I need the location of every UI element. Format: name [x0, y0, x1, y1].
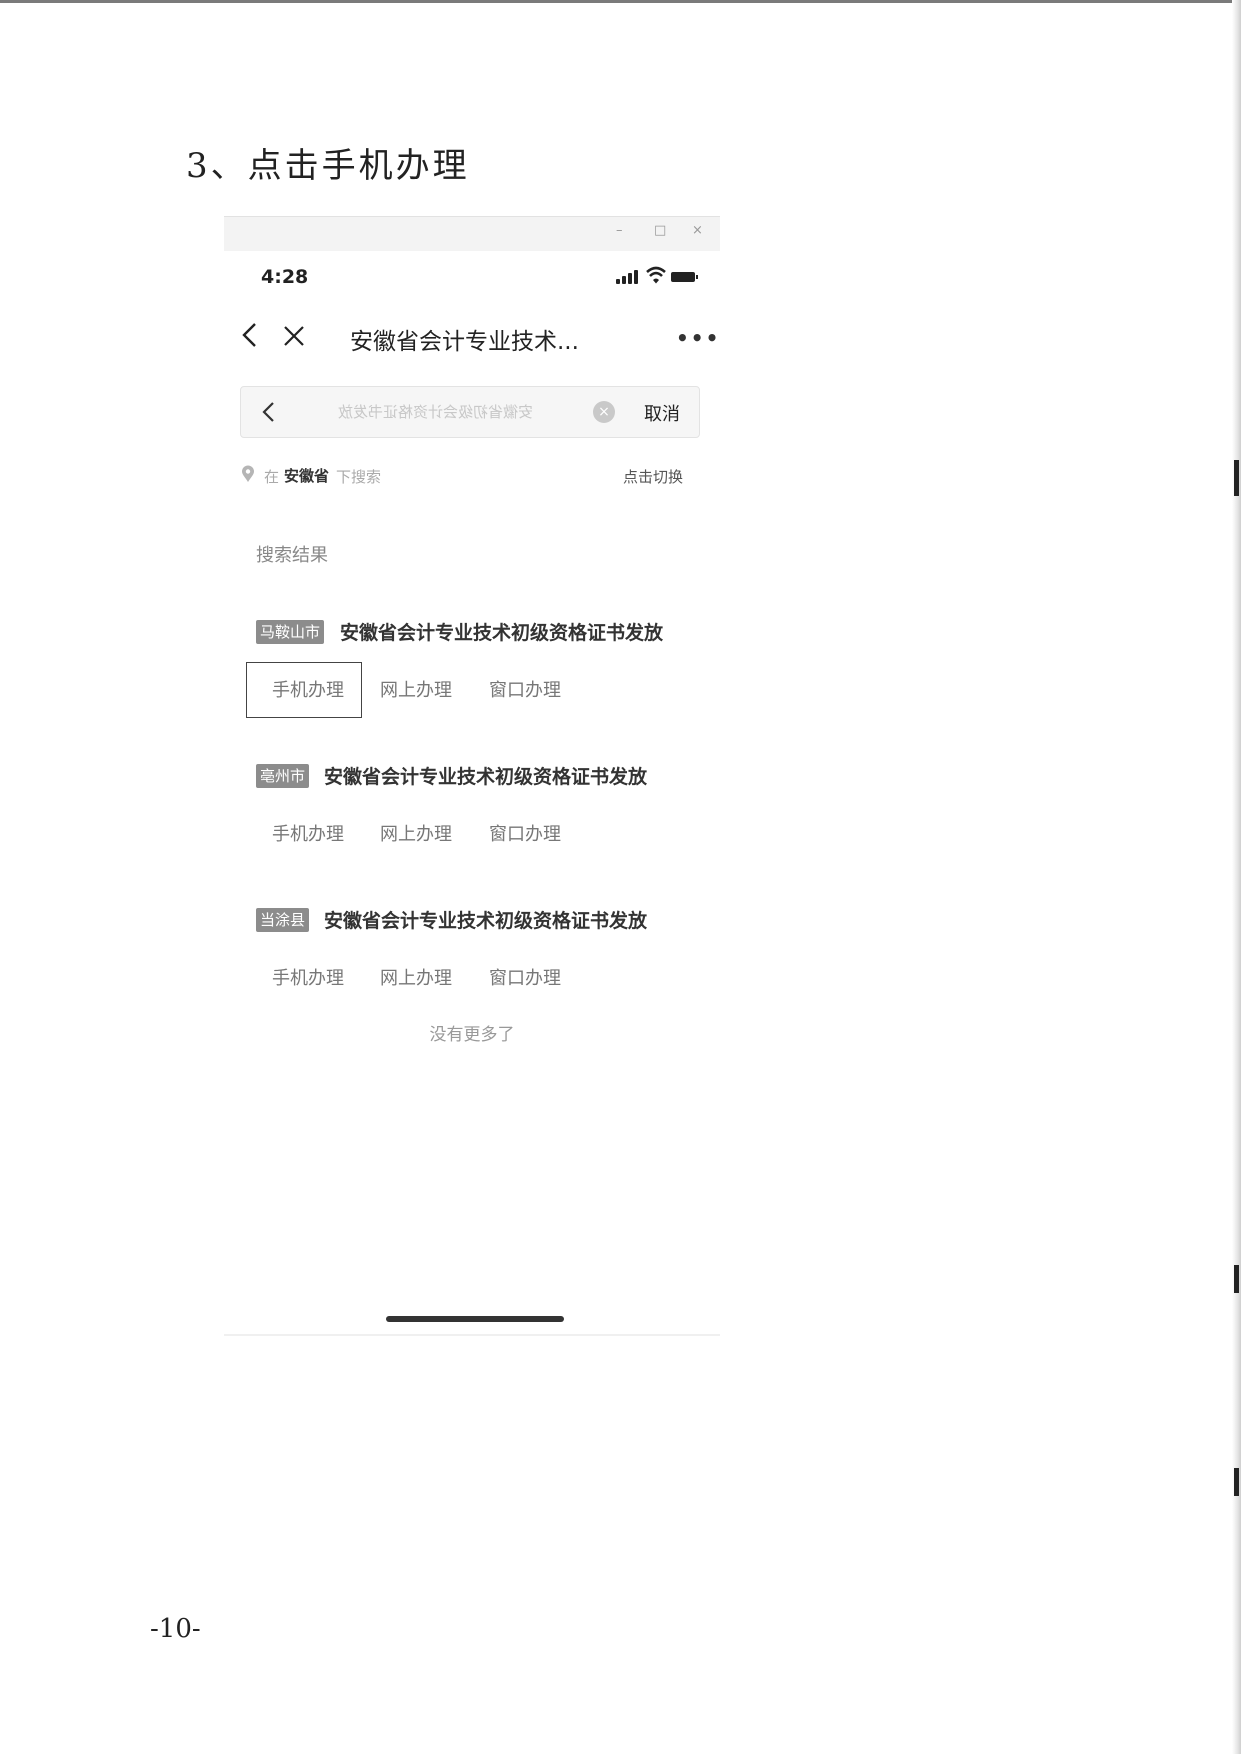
window-title-bar: – □ ×: [224, 216, 720, 251]
back-icon[interactable]: [240, 322, 260, 348]
switch-location-link[interactable]: 点击切换: [623, 466, 683, 487]
phone-screenshot: – □ × 4:28 安徽省会计专业技术... ••• 安徽省初级会计资格证书发…: [224, 216, 720, 1340]
result-item: 亳州市 安徽省会计专业技术初级资格证书发放 手机办理 网上办理 窗口办理: [256, 762, 696, 872]
location-province: 安徽省: [284, 467, 330, 485]
result-item: 当涂县 安徽省会计专业技术初级资格证书发放 手机办理 网上办理 窗口办理: [256, 906, 696, 1016]
battery-icon: [671, 272, 698, 282]
results-heading: 搜索结果: [256, 545, 328, 566]
region-badge: 亳州市: [256, 764, 310, 788]
close-window-icon[interactable]: ×: [692, 223, 703, 238]
highlight-box: [246, 662, 362, 718]
more-icon[interactable]: •••: [676, 326, 720, 350]
location-icon: [242, 465, 254, 482]
screenshot-bottom-edge: [224, 1334, 720, 1336]
no-more-text: 没有更多了: [429, 1025, 515, 1045]
location-prefix: 在: [264, 468, 280, 486]
scan-top-edge: [0, 0, 1241, 3]
signal-icon: [616, 270, 640, 284]
online-handle-button[interactable]: 网上办理: [380, 820, 452, 846]
maximize-icon[interactable]: □: [654, 223, 666, 238]
service-title[interactable]: 安徽省会计专业技术初级资格证书发放: [340, 618, 663, 645]
nav-title: 安徽省会计专业技术...: [350, 329, 579, 355]
region-badge: 当涂县: [256, 908, 310, 932]
region-badge: 马鞍山市: [256, 620, 325, 644]
clear-icon[interactable]: ×: [593, 401, 615, 423]
mobile-handle-button[interactable]: 手机办理: [272, 964, 344, 990]
home-indicator[interactable]: [386, 1316, 564, 1322]
window-handle-button[interactable]: 窗口办理: [489, 676, 561, 702]
cancel-button[interactable]: 取消: [644, 400, 680, 426]
minimize-icon[interactable]: –: [616, 223, 623, 238]
search-bar[interactable]: 安徽省初级会计资格证书发放 × 取消: [240, 386, 700, 438]
mobile-handle-button[interactable]: 手机办理: [272, 820, 344, 846]
window-handle-button[interactable]: 窗口办理: [489, 964, 561, 990]
search-back-icon[interactable]: [261, 401, 275, 423]
status-time: 4:28: [261, 266, 309, 288]
search-input[interactable]: 安徽省初级会计资格证书发放: [289, 401, 533, 422]
page-number: -10-: [150, 1614, 201, 1644]
wifi-icon: [646, 266, 666, 284]
close-icon[interactable]: [282, 324, 306, 348]
scan-mark: [1234, 1265, 1239, 1293]
scan-mark: [1234, 460, 1239, 496]
scan-mark: [1234, 1468, 1239, 1496]
online-handle-button[interactable]: 网上办理: [380, 676, 452, 702]
service-title[interactable]: 安徽省会计专业技术初级资格证书发放: [324, 762, 647, 789]
online-handle-button[interactable]: 网上办理: [380, 964, 452, 990]
window-handle-button[interactable]: 窗口办理: [489, 820, 561, 846]
step-title: 3、点击手机办理: [186, 146, 470, 186]
location-suffix: 下搜索: [336, 468, 382, 486]
service-title[interactable]: 安徽省会计专业技术初级资格证书发放: [324, 906, 647, 933]
